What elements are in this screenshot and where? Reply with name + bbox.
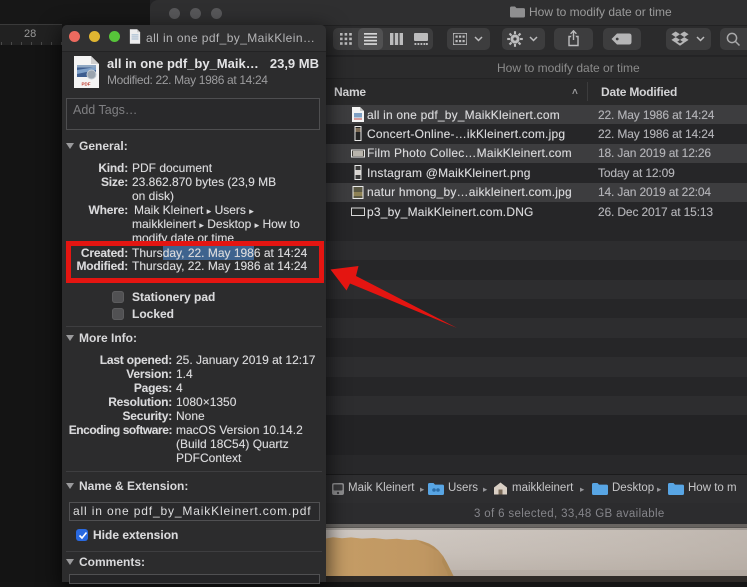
svg-text:PDF: PDF <box>82 82 91 87</box>
